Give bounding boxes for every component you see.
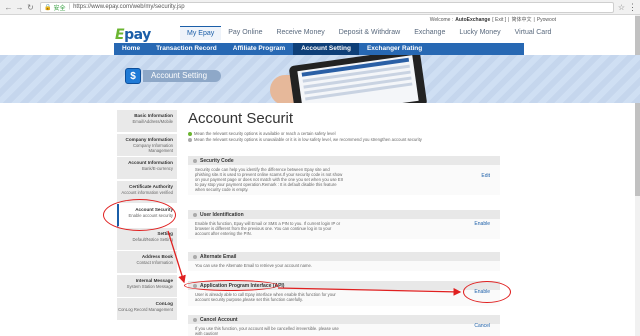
scroll-thumb[interactable]	[635, 16, 640, 196]
menu-deposit-withdraw[interactable]: Deposit & Withdraw	[332, 26, 407, 40]
main-content: Account Securit Mean the relevant securi…	[188, 110, 500, 143]
url-text: https://www.epay.com/web/my/security.jsp	[73, 4, 185, 10]
menu-pay-online[interactable]: Pay Online	[221, 26, 269, 40]
sidebar-item-sub: Bank/E-currency	[142, 166, 173, 171]
section-description: Enable this function, Epay will Email or…	[195, 221, 341, 236]
epay-logo[interactable]: Epay	[115, 27, 151, 43]
legend-text: Mean the relevant security options is un…	[194, 137, 422, 142]
user-identification-enable-link[interactable]: Enable	[474, 222, 490, 227]
section-header: Alternate Email	[188, 252, 500, 261]
gray-dot-icon	[188, 138, 192, 142]
sidebar-item-basic-information[interactable]: Basic Information Email/Address/Mobile	[117, 110, 177, 133]
section-header: Security Code	[188, 156, 500, 165]
user-identification-section: User Identification Enable this function…	[188, 210, 500, 239]
section-title: Security Code	[200, 157, 234, 164]
sidebar-item-address-book[interactable]: Address Book Contact Information	[117, 251, 177, 274]
logo-prefix: E	[115, 27, 125, 43]
main-menu: My Epay Pay Online Receive Money Deposit…	[180, 26, 558, 40]
green-dot-icon	[188, 132, 192, 136]
menu-my-epay[interactable]: My Epay	[180, 26, 222, 40]
section-title: Cancel Account	[200, 316, 238, 323]
welcome-bar: Welcome : AutoExchange [ Exit ] | 简体中文 |…	[430, 16, 556, 24]
username[interactable]: AutoExchange	[455, 16, 490, 24]
account-security-highlight-circle	[103, 199, 176, 231]
section-description: If you use this function, your account w…	[195, 326, 339, 336]
tablet-screen	[297, 55, 419, 103]
sidebar-item-internal-message[interactable]: Internal Message System Station Message	[117, 274, 177, 298]
sidebar-item-sub: Contact Information	[136, 260, 173, 265]
banner	[0, 55, 640, 103]
separator: |	[508, 17, 510, 23]
section-body: User is already able to call Epay interf…	[188, 290, 500, 306]
sidebar-item-title: Company Information	[125, 136, 173, 142]
api-highlight-circle	[184, 280, 278, 291]
url-separator: |	[68, 4, 71, 10]
sidebar-item-conlog[interactable]: ConLog ConLog Record Management	[117, 298, 177, 321]
subnav-home[interactable]: Home	[114, 43, 148, 55]
account-link[interactable]: Pyowoot	[537, 16, 556, 24]
logo-text: pay	[124, 27, 151, 43]
alternate-email-section: Alternate Email You can use the Alternat…	[188, 252, 500, 271]
menu-lucky-money[interactable]: Lucky Money	[452, 26, 507, 40]
section-description: User is already able to call Epay interf…	[195, 292, 336, 302]
status-dot-icon	[193, 254, 197, 259]
section-body: If you use this function, your account w…	[188, 324, 500, 336]
section-header: Cancel Account	[188, 315, 500, 324]
section-description: Security code can help you identify the …	[195, 167, 344, 192]
sub-nav: Home Transaction Record Affiliate Progra…	[114, 43, 524, 55]
sidebar-item-sub: Default/Notice Setting	[132, 236, 173, 242]
browser-menu-icon[interactable]: ⋮	[628, 2, 637, 13]
section-header: User Identification	[188, 210, 500, 219]
section-title: Alternate Email	[200, 253, 237, 260]
welcome-label: Welcome :	[429, 17, 454, 23]
security-code-section: Security Code Security code can help you…	[188, 156, 500, 195]
menu-virtual-card[interactable]: Virtual Card	[508, 26, 559, 40]
account-setting-badge: $ Account Setting	[125, 68, 222, 84]
section-title: User Identification	[200, 211, 244, 218]
subnav-affiliate-program[interactable]: Affiliate Program	[225, 43, 293, 55]
subnav-account-setting[interactable]: Account Setting	[293, 43, 359, 55]
section-description: You can use the Alternate Email to retri…	[195, 263, 312, 268]
enable-highlight-circle	[463, 281, 511, 303]
cancel-account-link[interactable]: Cancel	[474, 324, 490, 329]
sidebar-item-account-information[interactable]: Account Information Bank/E-currency	[117, 157, 177, 180]
back-icon[interactable]: ←	[4, 3, 13, 12]
menu-exchange[interactable]: Exchange	[407, 26, 452, 40]
badge-label: Account Setting	[143, 70, 222, 82]
forward-icon[interactable]: →	[15, 3, 24, 12]
legend-unavailable: Mean the relevant security options is un…	[188, 137, 500, 143]
separator: |	[533, 17, 535, 23]
sidebar-item-sub: ConLog Record Management	[118, 307, 173, 312]
sidebar-item-setting[interactable]: Setting Default/Notice Setting	[117, 227, 177, 251]
dollar-icon: $	[125, 68, 141, 84]
lock-icon: 🔒	[44, 4, 52, 11]
sidebar-item-sub: Email/Address/Mobile	[132, 119, 174, 124]
browser-toolbar: ← → ↻ 🔒 安全 | https://www.epay.com/web/my…	[0, 0, 640, 15]
sidebar-item-company-information[interactable]: Company Information Company Information …	[117, 133, 177, 157]
subnav-exchanger-rating[interactable]: Exchanger Rating	[359, 43, 430, 55]
sidebar-item-sub: Company Information Management	[132, 142, 173, 153]
secure-label: 安全	[53, 5, 66, 12]
section-body: Security code can help you identify the …	[188, 165, 500, 195]
status-dot-icon	[193, 212, 197, 217]
language-link[interactable]: 简体中文	[511, 16, 531, 24]
section-body: You can use the Alternate Email to retri…	[188, 261, 500, 271]
subnav-transaction-record[interactable]: Transaction Record	[148, 43, 225, 55]
address-bar[interactable]: 🔒 安全 | https://www.epay.com/web/my/secur…	[40, 1, 614, 13]
reload-icon[interactable]: ↻	[26, 3, 35, 12]
exit-link[interactable]: [ Exit ]	[492, 16, 506, 24]
status-dot-icon	[193, 317, 197, 322]
status-dot-icon	[193, 158, 197, 163]
bookmark-star-icon[interactable]: ☆	[617, 3, 626, 12]
section-body: Enable this function, Epay will Email or…	[188, 219, 500, 239]
sidebar-item-sub: System Station Message	[126, 283, 173, 289]
menu-receive-money[interactable]: Receive Money	[269, 26, 331, 40]
security-code-edit-link[interactable]: Edit	[481, 174, 490, 179]
sidebar-item-sub: Account information verified	[121, 189, 173, 195]
page-title: Account Securit	[188, 110, 294, 127]
cancel-account-section: Cancel Account If you use this function,…	[188, 315, 500, 336]
